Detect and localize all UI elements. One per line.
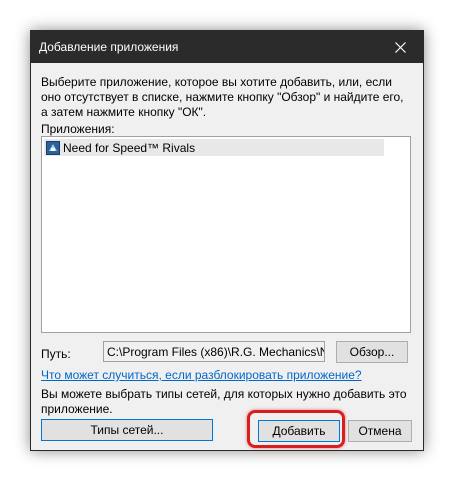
game-icon [46, 140, 60, 155]
title-bar: Добавление приложения [31, 31, 423, 63]
app-name: Need for Speed™ Rivals [63, 140, 196, 155]
network-types-button[interactable]: Типы сетей... [41, 419, 213, 441]
network-types-text: Вы можете выбрать типы сетей, для которы… [41, 387, 407, 416]
list-item[interactable]: Need for Speed™ Rivals [44, 139, 384, 156]
instructions-text: Выберите приложение, которое вы хотите д… [41, 75, 404, 119]
close-icon [394, 41, 406, 53]
add-app-dialog: Добавление приложения Выберите приложени… [30, 30, 424, 451]
path-label: Путь: [41, 347, 71, 361]
cancel-button[interactable]: Отмена [348, 420, 412, 442]
path-field[interactable]: C:\Program Files (x86)\R.G. Mechanics\Ne… [103, 341, 325, 362]
add-button[interactable]: Добавить [258, 420, 340, 442]
apps-listbox[interactable]: Need for Speed™ Rivals [41, 136, 411, 333]
apps-label: Приложения: [41, 122, 115, 136]
risk-link[interactable]: Что может случиться, если разблокировать… [41, 368, 362, 382]
dialog-title: Добавление приложения [39, 40, 179, 54]
browse-button[interactable]: Обзор... [336, 341, 408, 363]
close-button[interactable] [377, 31, 423, 63]
